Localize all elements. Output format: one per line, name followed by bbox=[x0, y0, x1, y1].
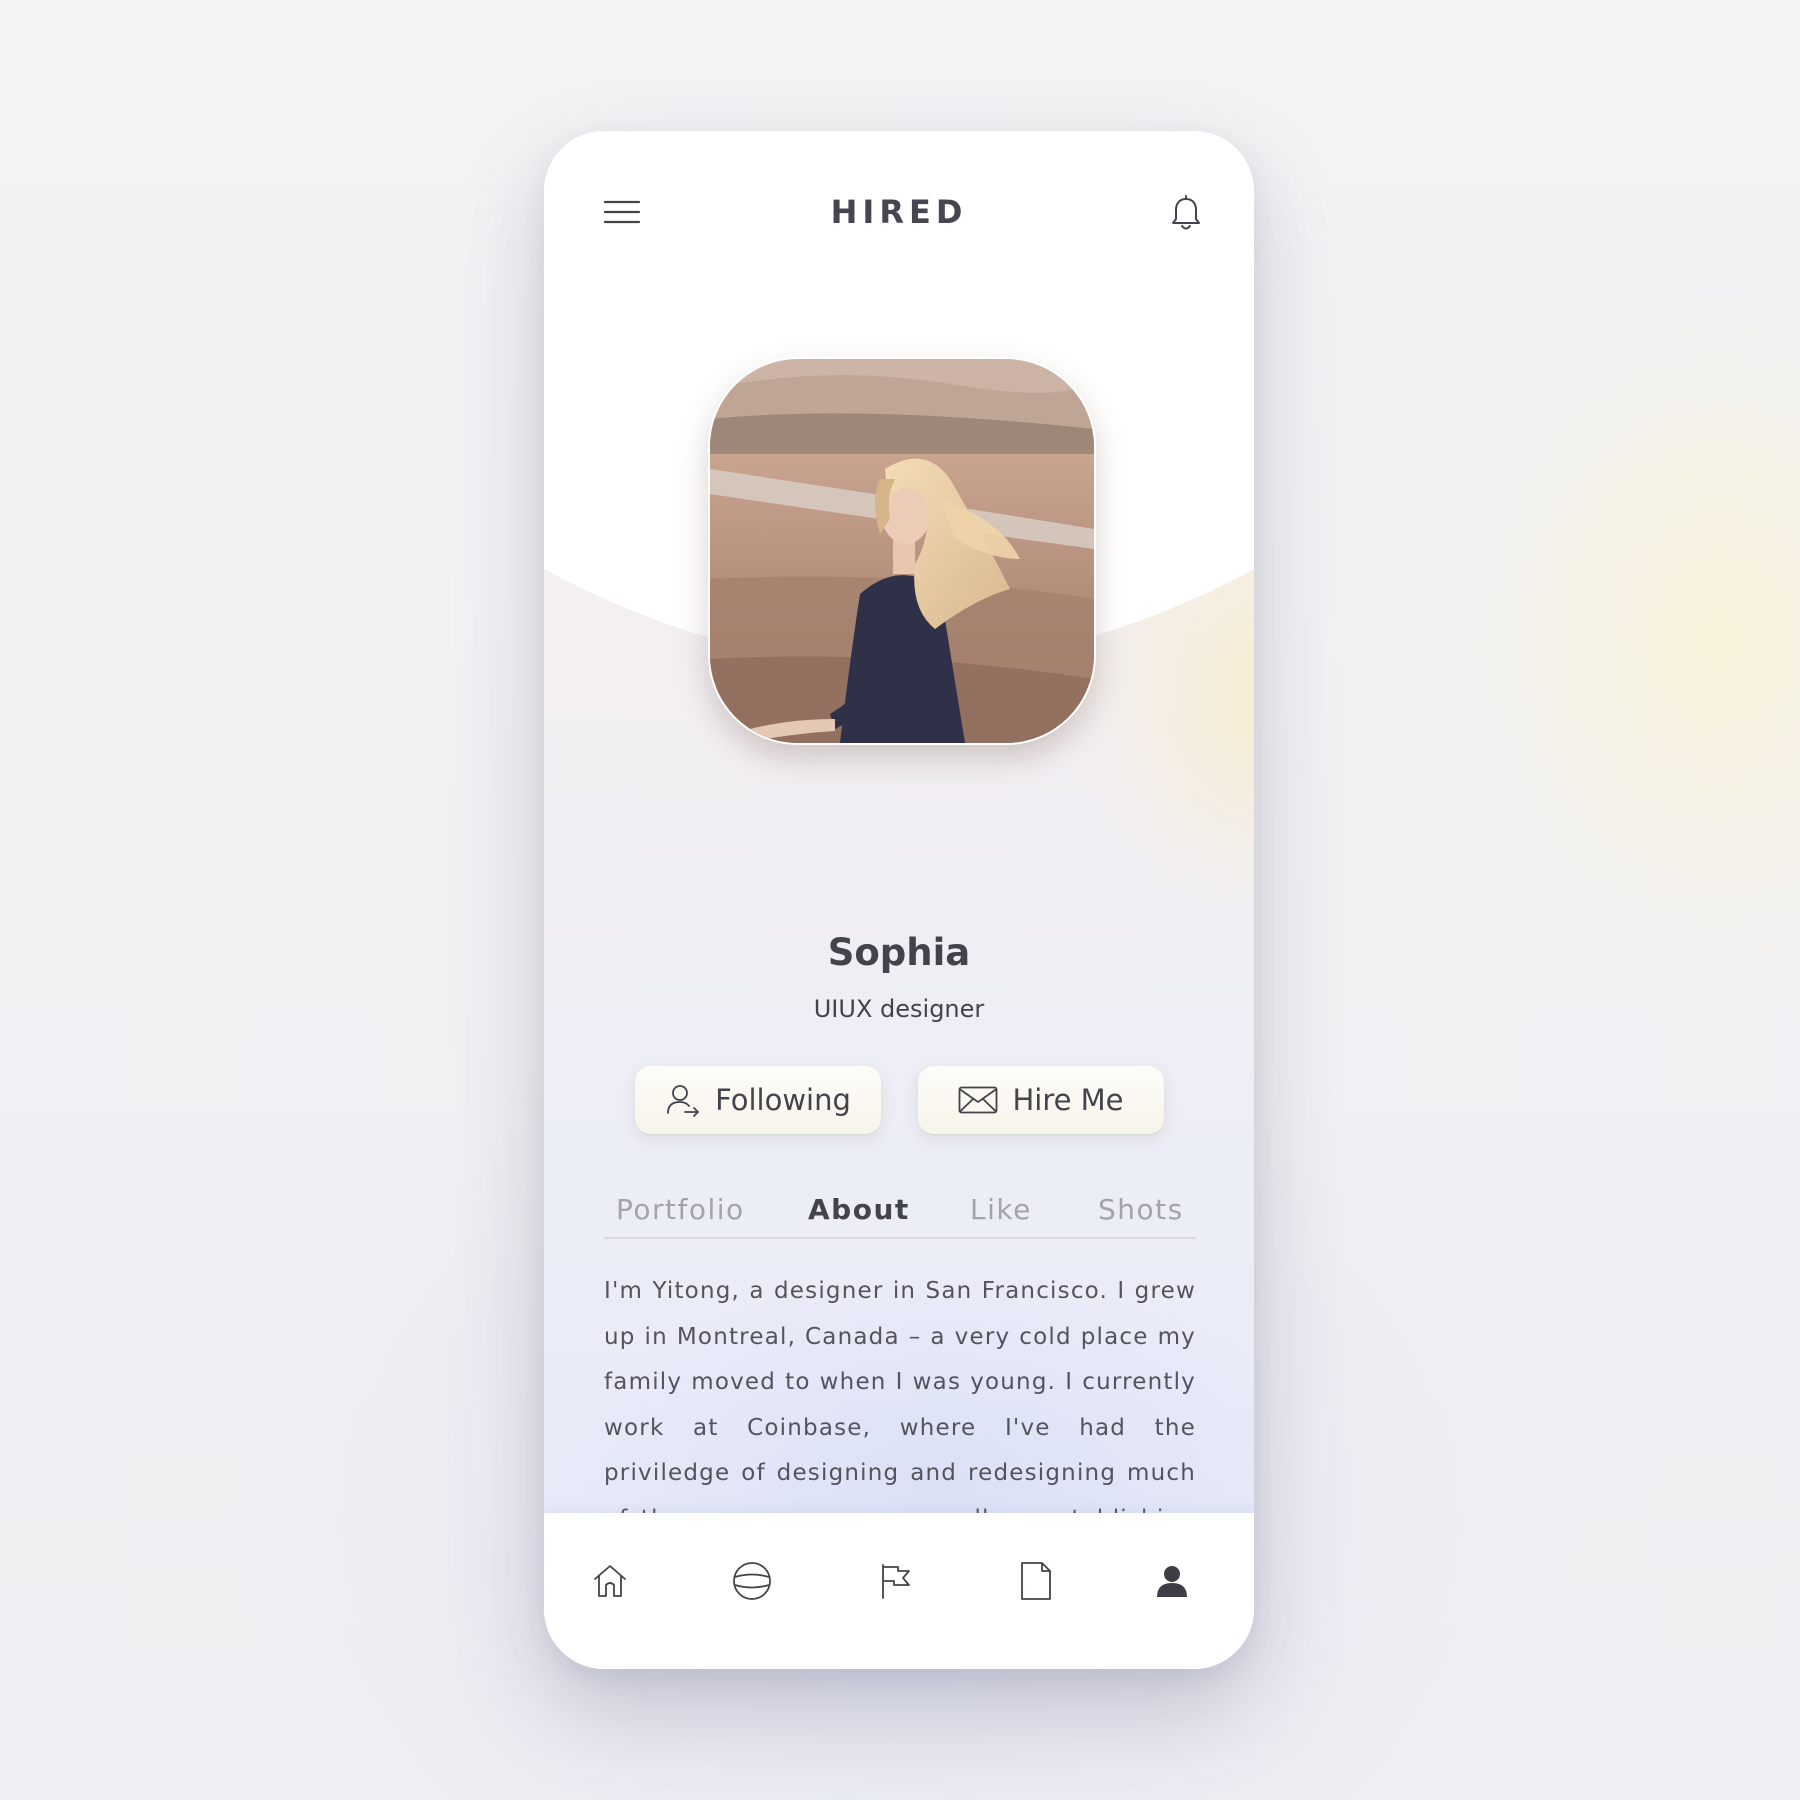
document-icon bbox=[1021, 1562, 1051, 1600]
flag-icon bbox=[882, 1564, 910, 1599]
nav-home[interactable] bbox=[582, 1553, 638, 1609]
nav-documents[interactable] bbox=[1008, 1553, 1064, 1609]
hire-me-label: Hire Me bbox=[1012, 1083, 1124, 1117]
nav-profile[interactable] bbox=[1144, 1553, 1200, 1609]
nav-explore[interactable] bbox=[724, 1553, 780, 1609]
phone-frame: HIRED Sophia UIUX designer Following Hir… bbox=[544, 131, 1254, 1669]
hire-me-button[interactable]: Hire Me bbox=[918, 1066, 1164, 1134]
bell-icon bbox=[1172, 195, 1200, 230]
profile-photo bbox=[708, 357, 1096, 745]
tab-like[interactable]: Like bbox=[970, 1193, 1032, 1226]
profile-tabs: Portfolio About Like Shots bbox=[604, 1193, 1196, 1239]
nav-goals[interactable] bbox=[867, 1553, 923, 1609]
home-icon bbox=[594, 1565, 626, 1597]
profile-icon bbox=[1157, 1566, 1187, 1597]
following-label: Following bbox=[715, 1083, 851, 1117]
following-button[interactable]: Following bbox=[635, 1066, 881, 1134]
user-follow-icon bbox=[667, 1085, 699, 1117]
globe-icon bbox=[733, 1562, 771, 1600]
envelope-icon bbox=[959, 1086, 998, 1114]
tab-portfolio[interactable]: Portfolio bbox=[616, 1193, 745, 1226]
profile-role: UIUX designer bbox=[813, 995, 985, 1023]
bottom-navigation bbox=[544, 1513, 1254, 1669]
notifications-button[interactable] bbox=[1164, 191, 1208, 235]
app-brand-title: HIRED bbox=[830, 193, 968, 231]
tab-about[interactable]: About bbox=[808, 1193, 910, 1226]
profile-photo-image bbox=[710, 359, 1094, 743]
profile-name: Sophia bbox=[827, 931, 971, 974]
tab-shots[interactable]: Shots bbox=[1098, 1193, 1184, 1226]
